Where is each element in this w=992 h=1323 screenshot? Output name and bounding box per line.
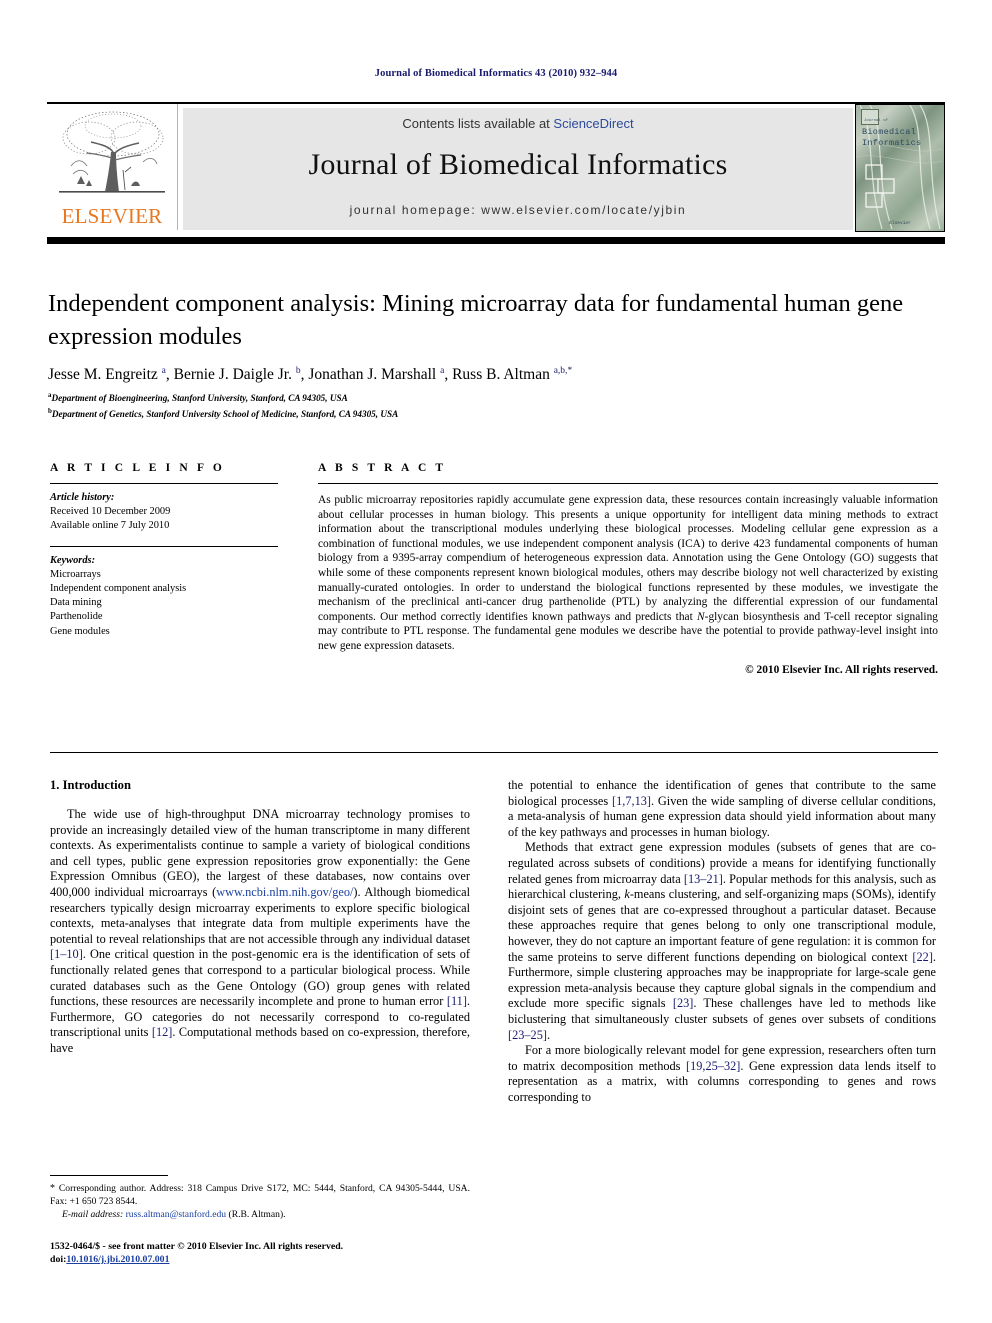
- affiliation-a: aDepartment of Bioengineering, Stanford …: [48, 389, 938, 405]
- article-history-block: Article history: Received 10 December 20…: [50, 491, 278, 534]
- article-history-online: Available online 7 July 2010: [50, 520, 170, 532]
- email-label: E-mail address:: [62, 1209, 124, 1221]
- keyword-item: Parthenolide: [50, 611, 103, 623]
- sciencedirect-link[interactable]: ScienceDirect: [553, 116, 633, 131]
- footnote-star-marker: *: [50, 1183, 55, 1194]
- doi-link[interactable]: 10.1016/j.jbi.2010.07.001: [66, 1254, 169, 1265]
- journal-masthead: ELSEVIER Contents lists available at Sci…: [47, 102, 945, 234]
- article-info-column: A R T I C L E I N F O Article history: R…: [50, 462, 278, 639]
- affiliation-b: bDepartment of Genetics, Stanford Univer…: [48, 405, 938, 421]
- article-history-label: Article history:: [50, 492, 115, 503]
- keyword-item: Data mining: [50, 597, 102, 609]
- cover-kicker: Journal of: [864, 119, 889, 123]
- body-column-left: 1. Introduction The wide use of high-thr…: [50, 778, 470, 1057]
- elsevier-tree-icon: [53, 108, 171, 204]
- contents-available-line: Contents lists available at ScienceDirec…: [183, 116, 853, 131]
- keywords-block: Keywords: Microarrays Independent compon…: [50, 554, 278, 639]
- abstract-heading: A B S T R A C T: [318, 462, 447, 474]
- introduction-heading: 1. Introduction: [50, 778, 131, 792]
- footnote-address: Corresponding author. Address: 318 Campu…: [50, 1183, 470, 1207]
- keywords-label: Keywords:: [50, 554, 96, 566]
- article-info-heading: A R T I C L E I N F O: [50, 462, 225, 474]
- keywords-rule: [50, 545, 278, 547]
- email-suffix: (R.B. Altman).: [228, 1209, 286, 1221]
- footnote-corresponding-text: * Corresponding author. Address: 318 Cam…: [50, 1183, 470, 1208]
- affiliations: aDepartment of Bioengineering, Stanford …: [48, 389, 938, 420]
- paper-page: Journal of Biomedical Informatics 43 (20…: [0, 0, 992, 1323]
- cover-footer-text: Elsevier: [889, 221, 911, 226]
- intro-paragraph-1: The wide use of high-throughput DNA micr…: [50, 807, 470, 1055]
- corresponding-email-link[interactable]: russ.altman@stanford.edu: [126, 1209, 227, 1220]
- journal-title: Journal of Biomedical Informatics: [308, 148, 728, 181]
- intro-paragraph-3: For a more biologically relevant model f…: [508, 1043, 936, 1104]
- abstract-text: As public microarray repositories rapidl…: [318, 494, 938, 652]
- issn-line: 1532-0464/$ - see front matter © 2010 El…: [50, 1241, 344, 1252]
- logo-divider: [177, 104, 178, 230]
- elsevier-wordmark: ELSEVIER: [61, 204, 163, 228]
- author-list: Jesse M. Engreitz a, Bernie J. Daigle Jr…: [48, 366, 573, 384]
- keyword-item: Independent component analysis: [50, 583, 187, 595]
- journal-cover-thumbnail: Journal of Biomedical Informatics Elsevi…: [855, 104, 945, 232]
- contents-band: Contents lists available at ScienceDirec…: [183, 108, 853, 230]
- cover-title: Biomedical Informatics: [862, 127, 940, 149]
- corresponding-author-footnote: * Corresponding author. Address: 318 Cam…: [50, 1175, 470, 1222]
- doi-label: doi:: [50, 1254, 67, 1265]
- abstract-column: A B S T R A C T As public microarray rep…: [318, 462, 938, 676]
- abstract-copyright: © 2010 Elsevier Inc. All rights reserved…: [745, 663, 938, 676]
- journal-homepage[interactable]: journal homepage: www.elsevier.com/locat…: [183, 203, 853, 217]
- elsevier-logo: ELSEVIER: [49, 108, 175, 230]
- affiliation-text-a: Department of Bioengineering, Stanford U…: [51, 393, 348, 404]
- contents-prefix: Contents lists available at: [402, 116, 554, 131]
- doi-line: doi:10.1016/j.jbi.2010.07.001: [50, 1253, 169, 1266]
- intro-paragraph-1-continued: the potential to enhance the identificat…: [508, 778, 936, 839]
- cover-artwork: Journal of Biomedical Informatics Elsevi…: [856, 105, 944, 231]
- keyword-item: Microarrays: [50, 568, 101, 580]
- cover-title-line1: Biomedical: [862, 127, 917, 137]
- footnote-rule: [50, 1175, 168, 1176]
- intro-paragraph-2: Methods that extract gene expression mod…: [508, 840, 936, 1042]
- abstract-rule: [318, 483, 938, 484]
- cover-title-line2: Informatics: [862, 138, 922, 148]
- article-history-received: Received 10 December 2009: [50, 506, 171, 518]
- running-head: Journal of Biomedical Informatics 43 (20…: [374, 68, 618, 79]
- body-top-divider: [50, 752, 938, 753]
- affiliation-text-b: Department of Genetics, Stanford Univers…: [51, 408, 399, 419]
- keyword-item: Gene modules: [50, 625, 110, 637]
- article-title: Independent component analysis: Mining m…: [48, 290, 904, 350]
- body-column-right: the potential to enhance the identificat…: [508, 778, 936, 1105]
- footnote-email-line: E-mail address: russ.altman@stanford.edu…: [50, 1209, 470, 1222]
- article-info-rule: [50, 483, 278, 484]
- masthead-top-rule: [47, 102, 945, 104]
- masthead-bottom-rule: [47, 237, 945, 244]
